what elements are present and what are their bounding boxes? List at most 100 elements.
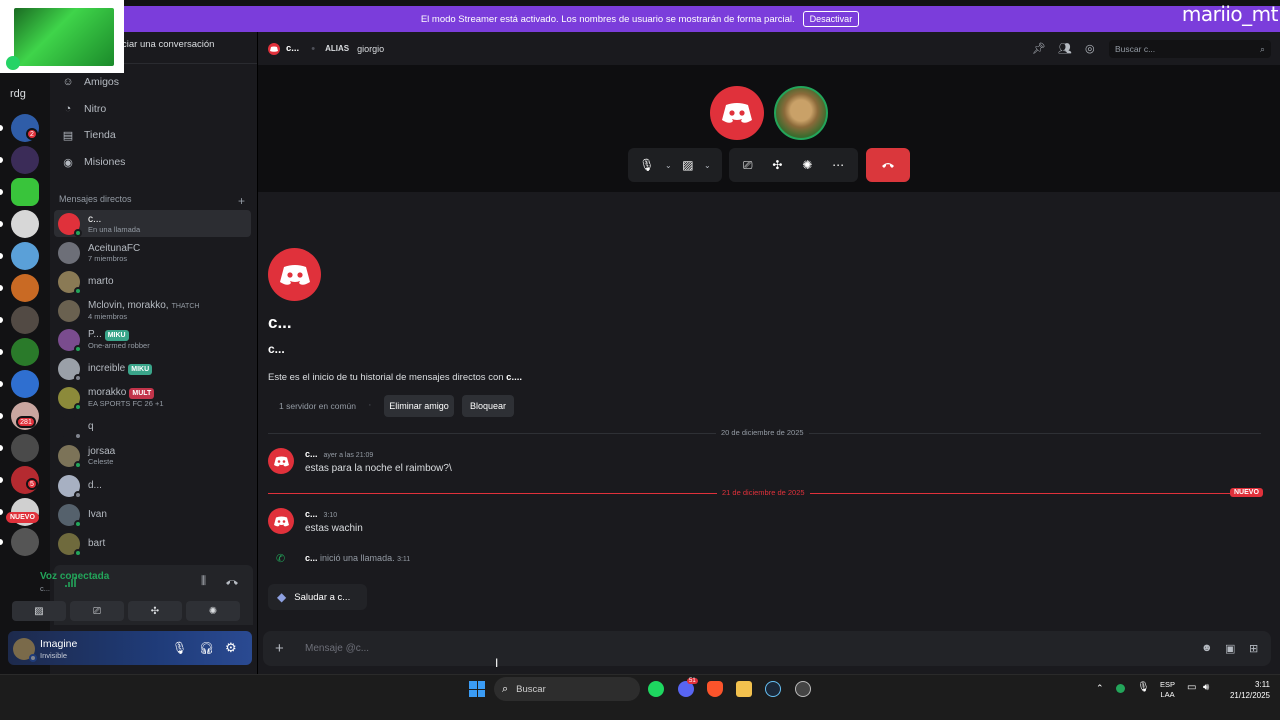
taskbar-search[interactable]: ⌕ Buscar	[494, 677, 640, 701]
server-icon[interactable]	[11, 306, 39, 334]
nav-quests[interactable]: ◉ Misiones	[56, 150, 252, 174]
user-profile-icon[interactable]: ◎	[1085, 42, 1095, 55]
user-avatar[interactable]	[13, 638, 37, 662]
presence-status-dot	[74, 431, 82, 440]
nav-friends[interactable]: ☺ Amigos	[56, 70, 252, 94]
topbar-name[interactable]: c...	[286, 43, 299, 54]
tray-status-icon[interactable]	[1116, 684, 1125, 693]
clock-time: 3:11	[1255, 680, 1270, 689]
network-icon[interactable]: ▭	[1187, 682, 1196, 693]
topbar-separator: •	[311, 42, 316, 55]
dm-list-item[interactable]: q	[54, 413, 251, 440]
server-icon[interactable]	[11, 434, 39, 462]
server-tag-badge: MIKU	[128, 363, 153, 375]
spotify-icon[interactable]	[648, 681, 664, 697]
volume-icon[interactable]: 🔊︎	[1203, 682, 1209, 693]
message-item[interactable]: c... 3:10 estas wachin	[305, 509, 363, 534]
disable-streamer-button[interactable]: Desactivar	[802, 11, 860, 27]
message-input[interactable]: Mensaje @c...	[305, 643, 369, 654]
user-name[interactable]: Imagine	[40, 638, 77, 650]
app-icon[interactable]	[795, 681, 811, 697]
disconnect-icon[interactable]	[225, 577, 239, 587]
file-explorer-icon[interactable]	[736, 681, 752, 697]
emoji-icon[interactable]: ☻	[1201, 642, 1213, 654]
activities-icon[interactable]: ✣	[772, 158, 782, 172]
dm-subtitle: One-armed robber	[88, 341, 150, 350]
microphone-toggle-icon[interactable]: 🎙︎	[639, 158, 654, 172]
windows-start-icon[interactable]	[469, 681, 485, 697]
chevron-down-icon[interactable]: ⌄	[704, 161, 711, 170]
pinned-messages-icon[interactable]: 📌︎	[1032, 42, 1046, 55]
remove-friend-button[interactable]: Eliminar amigo	[384, 395, 454, 417]
brave-browser-icon[interactable]	[707, 681, 723, 697]
dm-list-item[interactable]: jorsaa Celeste	[54, 442, 251, 469]
server-icon[interactable]	[11, 178, 39, 206]
message-avatar[interactable]	[268, 448, 294, 474]
dm-subtitle: En una llamada	[88, 224, 141, 234]
dm-list-item[interactable]: P... MIKU One-armed robber	[54, 326, 251, 353]
chevron-down-icon[interactable]: ⌄	[665, 161, 672, 170]
language-indicator[interactable]: ESP LAA	[1160, 680, 1175, 700]
server-icon[interactable]	[11, 528, 39, 556]
server-icon[interactable]	[11, 370, 39, 398]
self-call-avatar[interactable]	[774, 86, 828, 140]
dm-subtitle: 7 miembros	[88, 253, 128, 263]
dm-list-item[interactable]: bart	[54, 530, 251, 557]
dm-intro-avatar[interactable]	[268, 248, 321, 301]
soundboard-button[interactable]: ✺	[186, 601, 240, 621]
apps-icon[interactable]: ⊞	[1249, 642, 1258, 655]
noise-suppression-icon[interactable]: ⫼	[201, 575, 206, 588]
nav-shop[interactable]: ▤ Tienda	[56, 123, 252, 147]
add-attachment-icon[interactable]: +	[275, 640, 284, 657]
dm-list-item[interactable]: increible MIKU	[54, 355, 251, 382]
server-icon[interactable]	[11, 242, 39, 270]
dm-list-item[interactable]: AceitunaFC 7 miembros	[54, 239, 251, 266]
call-participant-avatar[interactable]	[710, 86, 764, 140]
settings-gear-icon[interactable]: ⚙	[225, 640, 237, 656]
hang-up-button[interactable]	[866, 148, 910, 182]
camera-off-icon[interactable]: ▨	[682, 158, 693, 172]
dm-list-item[interactable]: c... En una llamada	[54, 210, 251, 237]
message-input-bar	[263, 631, 1271, 666]
steam-icon[interactable]	[765, 681, 781, 697]
server-icon[interactable]	[11, 338, 39, 366]
image-icon[interactable]: ▣	[1225, 642, 1235, 655]
soundboard-icon[interactable]: ✺	[802, 158, 812, 172]
headphones-icon[interactable]: 🎧︎	[199, 641, 214, 655]
block-button[interactable]: Bloquear	[462, 395, 514, 417]
dm-list-item[interactable]: Mclovin, morakko, THATCH 4 miembros	[54, 297, 251, 324]
mutual-servers-link[interactable]: 1 servidor en común	[279, 401, 356, 411]
message-avatar[interactable]	[268, 508, 294, 534]
dm-list-item[interactable]: marto	[54, 268, 251, 295]
nav-nitro[interactable]: ◔ Nitro	[56, 97, 252, 121]
microphone-tray-icon[interactable]: 🎙︎	[1137, 682, 1150, 693]
screen-share-icon[interactable]: ⎚	[743, 158, 753, 173]
preview-image	[14, 8, 114, 66]
clock[interactable]: 3:11 21/12/2025	[1224, 679, 1270, 701]
wave-button[interactable]: ◆ Saludar a c...	[268, 584, 367, 610]
add-friends-to-dm-icon[interactable]: 👥︎	[1058, 42, 1072, 55]
dm-list-item[interactable]: Ivan	[54, 501, 251, 528]
call-author[interactable]: c...	[305, 553, 318, 563]
server-icon[interactable]	[11, 210, 39, 238]
rail-new-tag[interactable]: NUEVO	[6, 512, 39, 523]
dm-name-text: AceitunaFC	[88, 242, 141, 254]
voice-connected-title[interactable]: Voz conectada	[40, 571, 109, 582]
message-item[interactable]: c... ayer a las 21:09 estas para la noche…	[305, 449, 452, 474]
start-conversation-input[interactable]: Iniciar una conversación	[112, 39, 214, 50]
message-author[interactable]: c...	[305, 449, 318, 459]
chat-search-input[interactable]: Buscar c... ⌕	[1109, 40, 1271, 58]
server-icon[interactable]	[11, 274, 39, 302]
message-author[interactable]: c...	[305, 509, 318, 519]
dm-text: Ivan	[88, 509, 107, 520]
microphone-icon[interactable]: 🎙︎	[172, 641, 187, 655]
dm-list-item[interactable]: d...	[54, 472, 251, 499]
activities-button[interactable]: ✣	[128, 601, 182, 621]
add-dm-button[interactable]: +	[238, 194, 245, 208]
server-icon[interactable]	[11, 146, 39, 174]
chevron-up-icon[interactable]: ⌃	[1096, 683, 1104, 694]
camera-button[interactable]: ▨	[12, 601, 66, 621]
dm-list-item[interactable]: morakko MULT EA SPORTS FC 26 +1	[54, 384, 251, 411]
screen-share-button[interactable]: ⎚	[70, 601, 124, 621]
more-options-icon[interactable]: ⋯	[832, 158, 844, 172]
